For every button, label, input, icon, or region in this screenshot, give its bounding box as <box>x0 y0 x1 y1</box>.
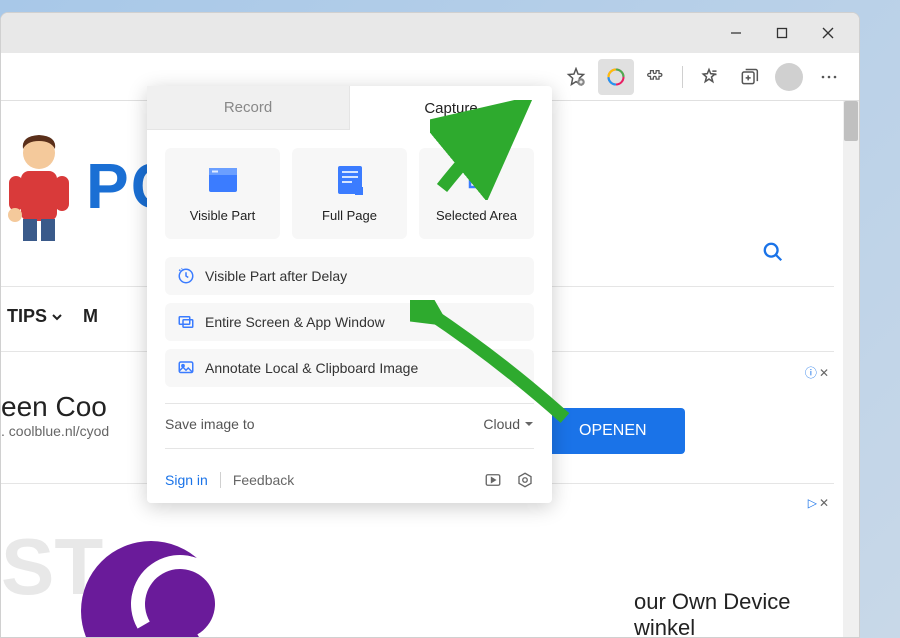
capture-visible-part[interactable]: Visible Part <box>165 148 280 239</box>
site-nav: TIPS M <box>1 306 104 327</box>
feedback-link[interactable]: Feedback <box>233 472 294 488</box>
settings-icon[interactable] <box>516 471 534 489</box>
ad-play-icon[interactable]: ▷ <box>808 496 817 510</box>
history-icon[interactable] <box>484 471 502 489</box>
ad-close-button[interactable]: ✕ <box>819 496 829 510</box>
option-entire-label: Entire Screen & App Window <box>205 314 385 330</box>
person-illustration <box>1 131 76 241</box>
screenshot-extension-button[interactable] <box>598 59 634 95</box>
screens-icon <box>177 313 195 331</box>
toolbar-separator <box>682 66 683 88</box>
option-annotate[interactable]: Annotate Local & Clipboard Image <box>165 349 534 387</box>
caret-down-icon <box>524 419 534 429</box>
capture-area-label: Selected Area <box>436 208 517 223</box>
save-dest-value: Cloud <box>483 416 520 432</box>
ad-open-button[interactable]: OPENEN <box>541 408 685 454</box>
ad2-line2: winkel <box>634 615 829 637</box>
full-page-icon <box>334 164 366 196</box>
vertical-scrollbar[interactable] <box>843 101 859 637</box>
minimize-icon <box>730 27 742 39</box>
star-plus-icon <box>566 67 586 87</box>
image-icon <box>177 359 195 377</box>
ad-url: . coolblue.nl/cyod <box>1 423 109 439</box>
footer-icons <box>484 471 534 489</box>
window-titlebar <box>1 13 859 53</box>
collections-button[interactable] <box>731 59 767 95</box>
tab-record[interactable]: Record <box>147 86 350 130</box>
collections-icon <box>739 67 759 87</box>
visible-part-icon <box>207 164 239 196</box>
ad-badge-2: ▷ ✕ <box>808 496 829 510</box>
nav-tips-label: TIPS <box>7 306 47 327</box>
ad-badge-1: ⓘ ✕ <box>805 364 829 381</box>
capture-selected-area[interactable]: Selected Area <box>419 148 534 239</box>
popup-footer: Sign in Feedback <box>147 461 552 493</box>
ad-block-1: een Coo . coolblue.nl/cyod <box>1 391 109 439</box>
option-visible-delay[interactable]: Visible Part after Delay <box>165 257 534 295</box>
tab-capture[interactable]: Capture <box>350 86 552 130</box>
maximize-icon <box>776 27 788 39</box>
favorites-button[interactable] <box>691 59 727 95</box>
capture-full-page[interactable]: Full Page <box>292 148 407 239</box>
more-button[interactable] <box>811 59 847 95</box>
popup-tabs: Record Capture <box>147 86 552 130</box>
scrollbar-thumb[interactable] <box>844 101 858 141</box>
chevron-down-icon <box>51 311 63 323</box>
star-lines-icon <box>699 67 719 87</box>
ad-title: een Coo <box>1 391 109 423</box>
signin-link[interactable]: Sign in <box>165 472 208 488</box>
crop-icon <box>461 164 493 196</box>
ad2-line1: our Own Device <box>634 589 829 615</box>
extensions-button[interactable] <box>638 59 674 95</box>
save-destination-dropdown[interactable]: Cloud <box>483 416 534 432</box>
save-label: Save image to <box>165 416 255 432</box>
ad-info-icon[interactable]: ⓘ <box>805 364 817 381</box>
ellipsis-icon <box>819 67 839 87</box>
popup-divider <box>165 448 534 449</box>
close-button[interactable] <box>805 17 851 49</box>
nav-m[interactable]: M <box>83 306 98 327</box>
search-icon <box>762 241 784 263</box>
capture-visible-label: Visible Part <box>190 208 256 223</box>
close-icon <box>822 27 834 39</box>
puzzle-icon <box>646 67 666 87</box>
nav-m-label: M <box>83 306 98 327</box>
avatar-icon <box>775 63 803 91</box>
minimize-button[interactable] <box>713 17 759 49</box>
ad-close-button[interactable]: ✕ <box>819 366 829 380</box>
option-entire-screen[interactable]: Entire Screen & App Window <box>165 303 534 341</box>
add-favorite-button[interactable] <box>558 59 594 95</box>
capture-full-label: Full Page <box>322 208 377 223</box>
maximize-button[interactable] <box>759 17 805 49</box>
ad-block-2-text: our Own Device winkel <box>634 589 829 637</box>
popup-divider <box>165 403 534 404</box>
option-delay-label: Visible Part after Delay <box>205 268 347 284</box>
capture-mode-grid: Visible Part Full Page Selected Area <box>147 130 552 257</box>
camera-lens-icon <box>606 67 626 87</box>
nav-tips[interactable]: TIPS <box>7 306 63 327</box>
profile-button[interactable] <box>771 59 807 95</box>
footer-separator <box>220 472 221 488</box>
capture-options: Visible Part after Delay Entire Screen &… <box>147 257 552 387</box>
page-search-button[interactable] <box>762 241 784 268</box>
clock-icon <box>177 267 195 285</box>
screenshot-popup: Record Capture Visible Part Full Page Se… <box>147 86 552 503</box>
save-destination-row: Save image to Cloud <box>147 416 552 432</box>
option-annotate-label: Annotate Local & Clipboard Image <box>205 360 418 376</box>
